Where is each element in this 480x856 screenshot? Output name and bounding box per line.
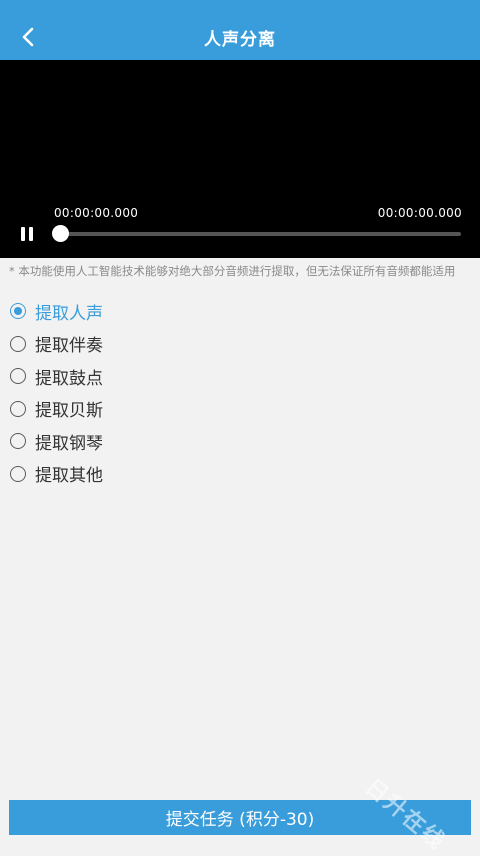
seek-bar[interactable] (60, 232, 461, 236)
option-other[interactable]: 提取其他 (0, 458, 480, 491)
radio-button[interactable] (10, 433, 26, 450)
option-list: 提取人声 提取伴奏 提取鼓点 提取贝斯 提取钢琴 提取其他 (0, 295, 480, 490)
radio-button[interactable] (10, 465, 26, 482)
total-time: 00:00:00.000 (377, 206, 462, 220)
pause-icon (29, 227, 33, 241)
pause-icon (21, 227, 25, 241)
option-label: 提取鼓点 (35, 368, 103, 389)
current-time: 00:00:00.000 (54, 206, 139, 220)
back-button[interactable] (14, 23, 42, 51)
option-piano[interactable]: 提取钢琴 (0, 425, 480, 458)
option-accompaniment[interactable]: 提取伴奏 (0, 328, 480, 361)
radio-button[interactable] (10, 368, 26, 385)
radio-dot (14, 307, 22, 316)
submit-task-button[interactable]: 提交任务 (积分-30) (9, 800, 471, 835)
option-label: 提取钢琴 (35, 433, 103, 454)
radio-button[interactable] (10, 303, 26, 320)
option-bass[interactable]: 提取贝斯 (0, 393, 480, 426)
pause-button[interactable] (16, 223, 38, 245)
option-vocals[interactable]: 提取人声 (0, 295, 480, 328)
app-bar: 人声分离 (0, 14, 480, 60)
option-label: 提取伴奏 (35, 336, 103, 357)
chevron-left-icon (22, 27, 34, 47)
option-drums[interactable]: 提取鼓点 (0, 360, 480, 393)
notice-text: * 本功能使用人工智能技术能够对绝大部分音频进行提取，但无法保证所有音频都能适用 (9, 264, 456, 278)
option-label: 提取贝斯 (35, 401, 103, 422)
radio-button[interactable] (10, 335, 26, 352)
option-label: 提取人声 (35, 303, 103, 324)
video-player[interactable]: 00:00:00.000 00:00:00.000 (0, 60, 480, 258)
radio-button[interactable] (10, 400, 26, 417)
page-title: 人声分离 (204, 29, 276, 50)
status-bar (0, 0, 480, 14)
option-label: 提取其他 (35, 466, 103, 487)
seek-thumb[interactable] (52, 225, 69, 242)
